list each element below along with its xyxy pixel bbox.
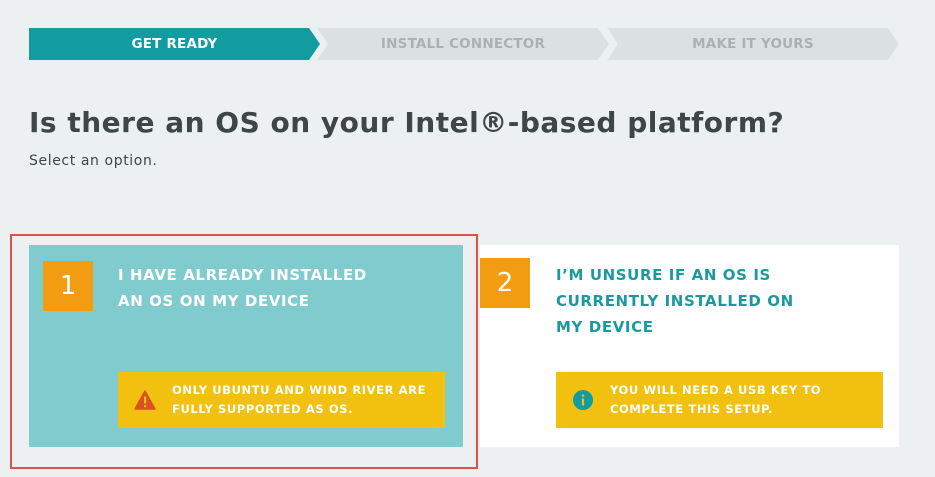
option-card-unsure[interactable]: 2 I’M UNSURE IF AN OS IS CURRENTLY INSTA…: [480, 245, 899, 447]
step-label: GET READY: [131, 36, 218, 52]
warning-icon: [118, 390, 172, 410]
option-note: ONLY UBUNTU AND WIND RIVER ARE FULLY SUP…: [118, 372, 445, 428]
option-title: I HAVE ALREADY INSTALLED AN OS ON MY DEV…: [118, 266, 367, 310]
option-note-text: YOU WILL NEED A USB KEY TO COMPLETE THIS…: [610, 383, 822, 416]
step-label: INSTALL CONNECTOR: [380, 36, 546, 52]
page-subtitle: Select an option.: [29, 153, 158, 169]
step-get-ready[interactable]: GET READY: [29, 28, 320, 60]
step-label: MAKE IT YOURS: [692, 36, 814, 52]
option-number-badge: 1: [43, 261, 93, 311]
option-note-text: ONLY UBUNTU AND WIND RIVER ARE FULLY SUP…: [172, 383, 427, 416]
option-card-installed[interactable]: 1 I HAVE ALREADY INSTALLED AN OS ON MY D…: [29, 245, 463, 447]
step-install-connector[interactable]: INSTALL CONNECTOR: [317, 28, 609, 60]
option-title: I’M UNSURE IF AN OS IS CURRENTLY INSTALL…: [556, 266, 794, 336]
option-number-badge: 2: [480, 258, 530, 308]
option-note: YOU WILL NEED A USB KEY TO COMPLETE THIS…: [556, 372, 883, 428]
info-icon: [556, 390, 610, 410]
page-title: Is there an OS on your Intel®-based plat…: [29, 106, 785, 139]
step-make-it-yours[interactable]: MAKE IT YOURS: [607, 28, 899, 60]
